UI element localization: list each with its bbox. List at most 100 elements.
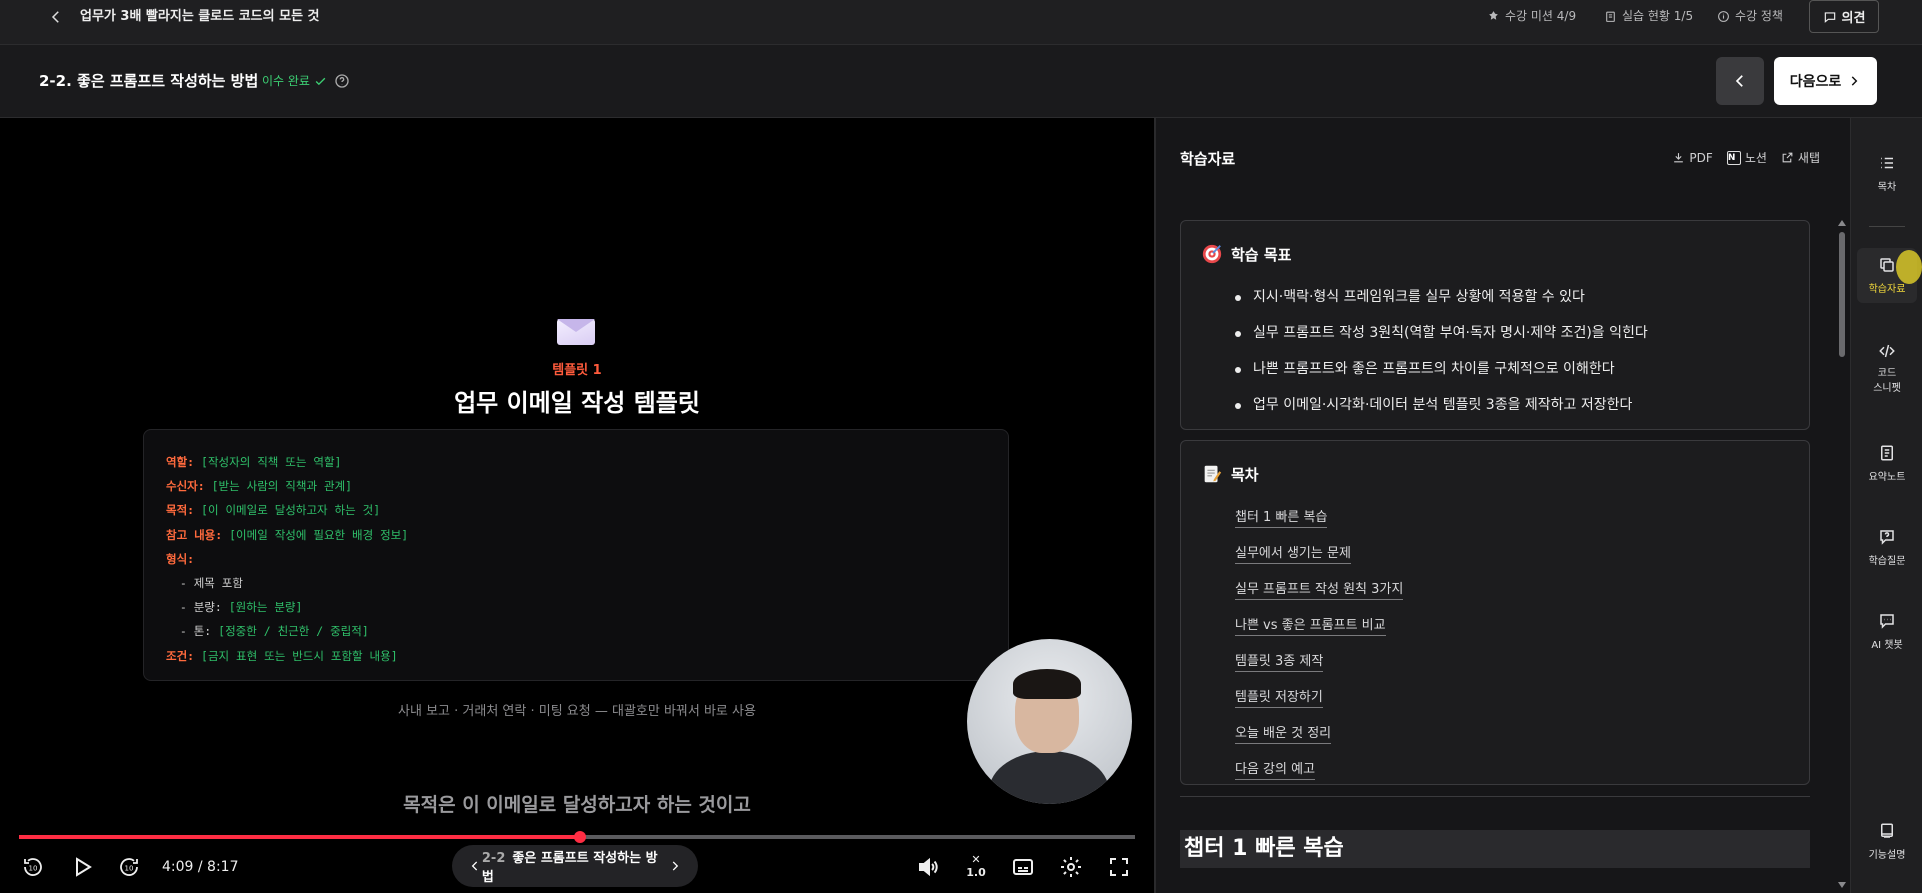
- fullscreen-icon: [1110, 858, 1128, 876]
- completion-label: 이수 완료: [262, 74, 310, 88]
- list-item: 템플릿 저장하기: [1235, 679, 1403, 715]
- list-item: 실무 프롬프트 작성 3원칙(역할 부여·독자 명시·제약 조건)을 익힌다: [1235, 315, 1648, 351]
- toc-link[interactable]: 실무 프롬프트 작성 원칙 3가지: [1235, 582, 1404, 600]
- settings-button[interactable]: [1057, 853, 1085, 881]
- back-button[interactable]: [44, 8, 68, 32]
- practice-status[interactable]: 실습 현황 1/5: [1604, 8, 1693, 25]
- toc-link[interactable]: 오늘 배운 것 정리: [1235, 726, 1332, 744]
- rail-item-toc[interactable]: 목차: [1857, 154, 1917, 193]
- materials-panel: 학습자료 PDF N 노션 새탭 학습 목표 지시·맥락·형식 프레임워크를 실…: [1156, 118, 1850, 893]
- notion-icon: N: [1726, 150, 1741, 165]
- rail-item-question[interactable]: 학습질문: [1857, 528, 1917, 567]
- fullscreen-button[interactable]: [1105, 853, 1133, 881]
- rail-item-guide[interactable]: 기능설명: [1857, 822, 1917, 861]
- close-x-icon: ✕: [971, 853, 981, 866]
- section-heading: 챕터 1 빠른 복습: [1180, 830, 1810, 868]
- envelope-icon: [557, 319, 595, 345]
- previous-lesson-button[interactable]: [1716, 57, 1764, 105]
- chapter-label: 2-2 좋은 프롬프트 작성하는 방법: [481, 851, 658, 885]
- code-line: 수신자: [받는 사람의 직책과 관계]: [166, 479, 353, 494]
- volume-button[interactable]: [914, 853, 942, 881]
- external-link-icon: [1782, 152, 1793, 163]
- toc-link[interactable]: 챕터 1 빠른 복습: [1235, 510, 1328, 528]
- mission-status[interactable]: 수강 미션 4/9: [1487, 8, 1576, 25]
- panel-scrollbar[interactable]: [1838, 218, 1846, 893]
- scroll-up-arrow[interactable]: [1838, 220, 1846, 226]
- rail-item-chatbot[interactable]: AI 챗봇: [1857, 612, 1917, 651]
- code-line: 참고 내용: [이메일 작성에 필요한 배경 정보]: [166, 527, 409, 542]
- forward-10-icon: 10: [120, 858, 138, 876]
- info-icon: [1718, 11, 1729, 22]
- volume-icon: [919, 857, 938, 877]
- rewind-10-icon: 10: [24, 858, 42, 876]
- help-icon[interactable]: [334, 73, 350, 89]
- list-item: 지시·맥락·형식 프레임워크를 실무 상황에 적용할 수 있다: [1235, 279, 1648, 315]
- chevron-right-icon[interactable]: [668, 859, 682, 873]
- mission-label: 수강 미션 4/9: [1505, 9, 1577, 23]
- policy-link[interactable]: 수강 정책: [1717, 8, 1783, 25]
- video-time: 4:09 / 8:17: [162, 859, 239, 875]
- chevron-left-icon: [51, 11, 59, 23]
- next-lesson-label: 다음으로: [1789, 74, 1842, 90]
- chapter-selector[interactable]: 2-2 좋은 프롬프트 작성하는 방법: [452, 845, 698, 887]
- video-subtitle: 목적은 이 이메일로 달성하고자 하는 것이고: [403, 794, 751, 816]
- copy-icon: [1880, 258, 1894, 272]
- rail-item-snippets[interactable]: 코드 스니펫: [1857, 342, 1917, 396]
- chevron-left-icon[interactable]: [468, 859, 482, 873]
- target-icon: [1202, 244, 1222, 264]
- gear-icon: [1061, 857, 1081, 877]
- svg-text:10: 10: [29, 865, 38, 873]
- template-title: 업무 이메일 작성 템플릿: [454, 389, 700, 417]
- toc-card: 목차 챕터 1 빠른 복습 실무에서 생기는 문제 실무 프롬프트 작성 원칙 …: [1180, 440, 1810, 785]
- play-button[interactable]: [68, 853, 96, 881]
- list-item: 다음 강의 예고: [1235, 751, 1403, 787]
- svg-text:10: 10: [125, 865, 134, 873]
- panel-tools: PDF N 노션 새탭: [1672, 149, 1820, 166]
- notion-button[interactable]: N 노션: [1726, 149, 1767, 166]
- panel-title: 학습자료: [1180, 150, 1236, 168]
- list-item: 템플릿 3종 제작: [1235, 643, 1403, 679]
- message-icon: [1824, 11, 1835, 23]
- memo-icon: [1204, 465, 1222, 483]
- chevron-right-icon: [1852, 76, 1858, 86]
- lesson-bar: 2-2. 좋은 프롬프트 작성하는 방법 이수 완료 다음으로: [0, 45, 1922, 118]
- toc-link[interactable]: 템플릿 저장하기: [1235, 690, 1323, 708]
- template-code-block: 역할: [작성자의 직책 또는 역할] 수신자: [받는 사람의 직책과 관계]…: [143, 429, 1009, 681]
- code-line: - 제목 포함: [179, 576, 243, 591]
- list-item: 실무 프롬프트 작성 원칙 3가지: [1235, 571, 1404, 607]
- scroll-down-arrow[interactable]: [1838, 882, 1846, 888]
- toc-link[interactable]: 나쁜 vs 좋은 프롬프트 비교: [1235, 618, 1386, 636]
- completion-badge: 이수 완료: [262, 73, 327, 89]
- video-progress-bar[interactable]: [19, 831, 1135, 843]
- rewind-10-button[interactable]: 10: [19, 853, 47, 881]
- speed-value: 1.0: [966, 866, 986, 879]
- check-icon: [315, 77, 326, 85]
- scroll-thumb[interactable]: [1839, 232, 1845, 357]
- toc-link[interactable]: 다음 강의 예고: [1235, 762, 1316, 780]
- captions-button[interactable]: [1009, 853, 1037, 881]
- clipboard-icon: [1606, 11, 1615, 22]
- playback-speed-button[interactable]: ✕ 1.0: [963, 853, 989, 879]
- toc-link[interactable]: 실무에서 생기는 문제: [1235, 546, 1351, 564]
- captions-icon: [1013, 859, 1033, 875]
- lesson-title: 2-2. 좋은 프롬프트 작성하는 방법: [39, 72, 259, 90]
- video-player[interactable]: 템플릿 1 업무 이메일 작성 템플릿 역할: [작성자의 직책 또는 역할] …: [0, 118, 1154, 893]
- play-icon: [76, 857, 92, 877]
- list-icon: [1881, 157, 1893, 169]
- toc-link[interactable]: 템플릿 3종 제작: [1235, 654, 1324, 672]
- cursor-highlight: [1896, 250, 1922, 284]
- rail-item-summary[interactable]: 요약노트: [1857, 444, 1917, 483]
- policy-label: 수강 정책: [1735, 9, 1783, 23]
- manual-icon: [1881, 823, 1893, 838]
- pdf-download-button[interactable]: PDF: [1672, 149, 1713, 166]
- new-tab-button[interactable]: 새탭: [1781, 149, 1820, 166]
- side-rail: 목차 학습자료 코드 스니펫 요약노트 학습질문 AI 챗봇 기능설명: [1850, 118, 1922, 893]
- next-lesson-button[interactable]: 다음으로: [1774, 57, 1877, 105]
- list-item: 나쁜 vs 좋은 프롬프트 비교: [1235, 607, 1403, 643]
- code-line: - 분량: [원하는 분량]: [179, 600, 303, 615]
- forward-10-button[interactable]: 10: [115, 853, 143, 881]
- feedback-button[interactable]: 의견: [1809, 0, 1879, 33]
- template-label: 템플릿 1: [552, 363, 602, 378]
- download-icon: [1674, 153, 1684, 163]
- top-bar: 업무가 3배 빨라지는 클로드 코드의 모든 것 수강 미션 4/9 실습 현황…: [0, 0, 1922, 45]
